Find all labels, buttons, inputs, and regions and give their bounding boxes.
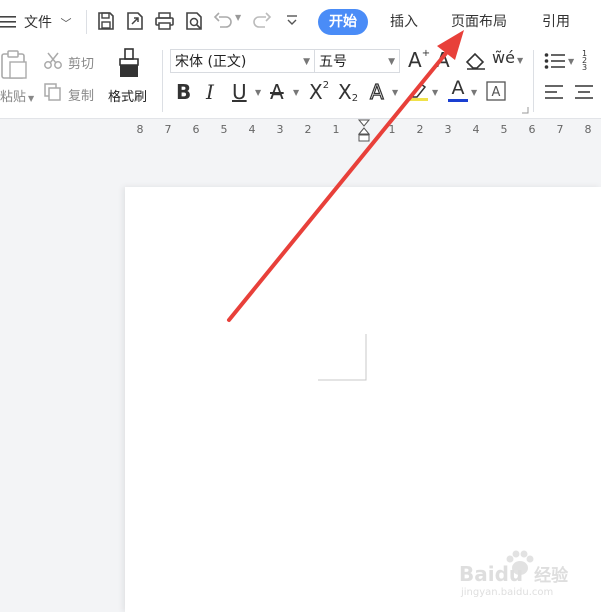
annotation-arrow <box>227 30 464 322</box>
